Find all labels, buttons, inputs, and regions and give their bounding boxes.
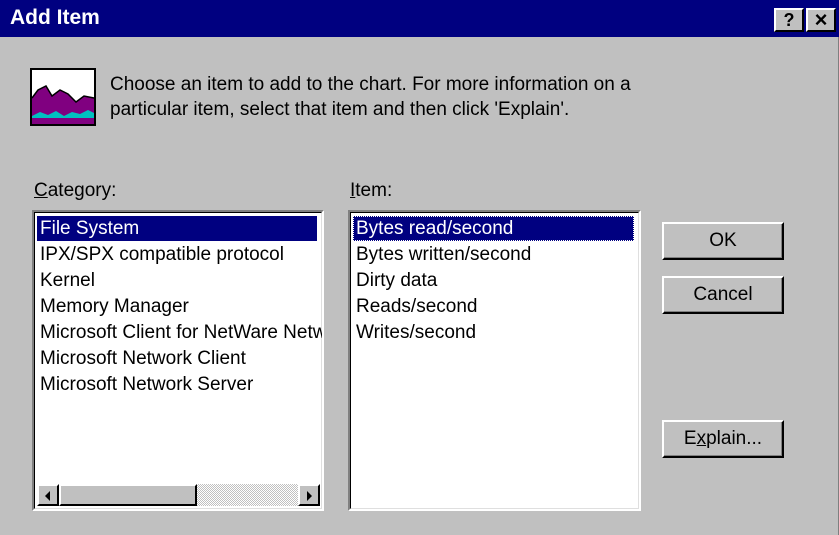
intro-line-1: Choose an item to add to the chart. For … <box>110 74 631 95</box>
item-writes-second[interactable]: Writes/second <box>353 320 476 345</box>
explain-label-post: plain... <box>706 428 763 449</box>
explain-label-pre: E <box>683 428 697 449</box>
title-bar[interactable]: Add Item ? × <box>0 0 839 37</box>
category-listbox[interactable]: File System IPX/SPX compatible protocol … <box>32 210 324 511</box>
close-icon: × <box>814 7 828 32</box>
category-item-ms-network-client[interactable]: Microsoft Network Client <box>37 346 246 371</box>
item-label: Item: <box>350 180 392 202</box>
category-item-ms-network-server[interactable]: Microsoft Network Server <box>37 372 253 397</box>
close-button[interactable]: × <box>806 7 836 32</box>
category-label: Category: <box>34 180 116 202</box>
category-item-memory-manager[interactable]: Memory Manager <box>37 294 189 319</box>
category-label-accel: C <box>34 180 48 201</box>
item-bytes-read[interactable]: Bytes read/second <box>353 216 634 241</box>
intro-text: Choose an item to add to the chart. For … <box>110 72 810 122</box>
add-item-dialog: Add Item ? × Choose an item to add to th… <box>0 0 839 535</box>
ok-button-label: OK <box>709 230 737 251</box>
scroll-thumb[interactable] <box>59 484 197 506</box>
category-item-ipx-spx[interactable]: IPX/SPX compatible protocol <box>37 242 284 267</box>
scroll-left-icon <box>45 491 50 501</box>
help-icon: ? <box>783 9 795 30</box>
explain-button[interactable]: Explain... <box>662 420 784 458</box>
scroll-left-button[interactable] <box>37 484 59 506</box>
dialog-title: Add Item <box>10 6 100 29</box>
scroll-right-button[interactable] <box>298 484 320 506</box>
item-label-rest: tem: <box>355 180 393 201</box>
scroll-right-icon <box>307 491 312 501</box>
explain-button-label: Explain... <box>684 428 762 450</box>
cancel-button-label: Cancel <box>693 284 753 305</box>
category-label-rest: ategory: <box>47 180 117 201</box>
ok-button[interactable]: OK <box>662 222 784 260</box>
cancel-button[interactable]: Cancel <box>662 276 784 314</box>
chart-icon <box>30 68 96 126</box>
intro-line-2: particular item, select that item and th… <box>110 99 570 120</box>
item-dirty-data[interactable]: Dirty data <box>353 268 437 293</box>
explain-label-accel: x <box>696 428 707 449</box>
item-bytes-written[interactable]: Bytes written/second <box>353 242 531 267</box>
category-horizontal-scrollbar[interactable] <box>37 484 320 506</box>
category-item-file-system[interactable]: File System <box>37 216 317 241</box>
item-reads-second[interactable]: Reads/second <box>353 294 477 319</box>
item-listbox[interactable]: Bytes read/second Bytes written/second D… <box>348 210 641 511</box>
category-item-kernel[interactable]: Kernel <box>37 268 95 293</box>
category-item-ms-client-netware[interactable]: Microsoft Client for NetWare Networks <box>37 320 322 345</box>
help-button[interactable]: ? <box>774 8 804 32</box>
